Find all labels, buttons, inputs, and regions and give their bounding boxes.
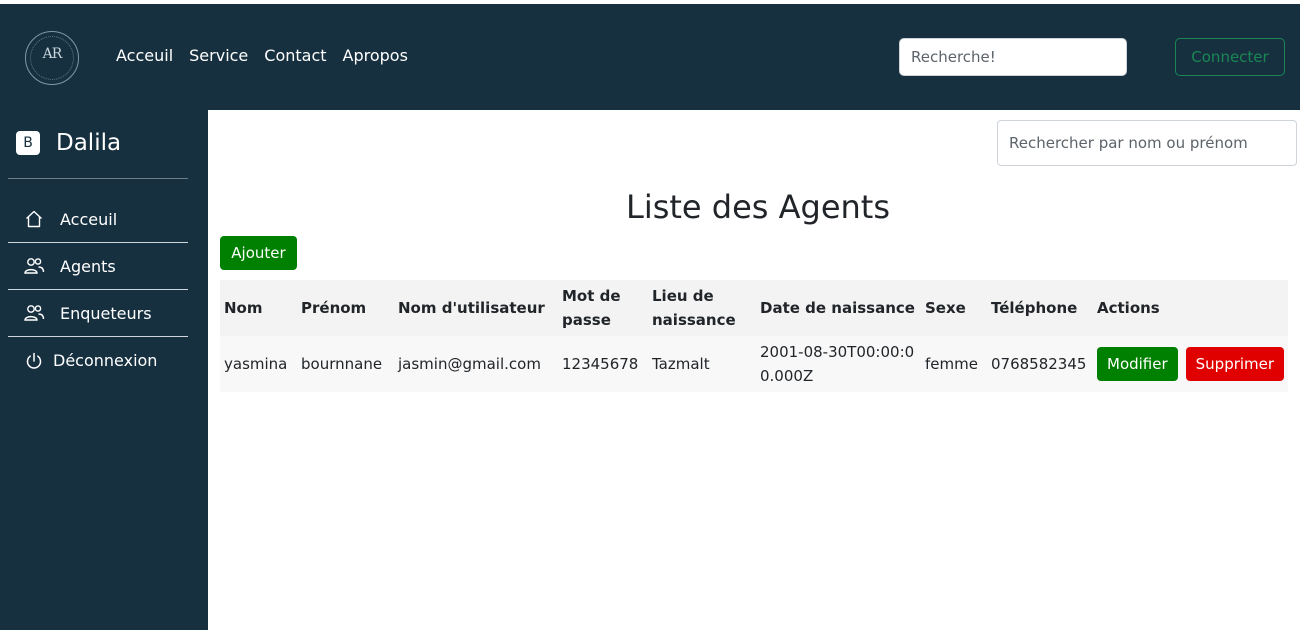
home-icon: [23, 208, 45, 230]
brand-name: Dalila: [56, 130, 122, 156]
top-navbar: AR Acceuil Service Contact Apropos Conne…: [0, 4, 1300, 110]
column-header-lieu: Lieu de naissance: [648, 280, 756, 336]
search-input[interactable]: [899, 38, 1127, 76]
delete-button[interactable]: Supprimer: [1185, 347, 1285, 381]
logo-text: AR: [42, 46, 63, 62]
table-row: yasmina bournnane jasmin@gmail.com 12345…: [220, 336, 1289, 392]
name-search-input[interactable]: [997, 120, 1297, 166]
cell-nom: yasmina: [220, 336, 297, 392]
column-header-password: Mot de passe: [558, 280, 648, 336]
main-content: Liste des Agents Ajouter Nom Prénom Nom …: [208, 110, 1300, 630]
sidebar-item-label: Acceuil: [60, 209, 118, 229]
sidebar-item-agents[interactable]: Agents: [8, 243, 188, 290]
cell-actions: Modifier Supprimer: [1093, 336, 1289, 392]
column-header-telephone: Téléphone: [987, 280, 1093, 336]
sidebar-divider: [8, 178, 188, 179]
add-agent-button[interactable]: Ajouter: [220, 236, 297, 270]
column-header-sexe: Sexe: [921, 280, 987, 336]
column-header-nom: Nom: [220, 280, 297, 336]
cell-prenom: bournnane: [297, 336, 394, 392]
cell-username: jasmin@gmail.com: [394, 336, 558, 392]
cell-password: 12345678: [558, 336, 648, 392]
sidebar-menu: Acceuil Agents Enqueteurs Déconnexion: [8, 196, 188, 384]
page-title: Liste des Agents: [625, 188, 891, 226]
cell-date: 2001-08-30T00:00:00.000Z: [756, 336, 921, 392]
connect-button[interactable]: Connecter: [1175, 38, 1285, 76]
sidebar-item-acceuil[interactable]: Acceuil: [8, 196, 188, 243]
column-header-prenom: Prénom: [297, 280, 394, 336]
main-nav: Acceuil Service Contact Apropos: [108, 44, 416, 68]
edit-button[interactable]: Modifier: [1097, 347, 1178, 381]
sidebar-item-label: Enqueteurs: [60, 303, 152, 323]
nav-link-acceuil[interactable]: Acceuil: [108, 44, 181, 68]
agents-table: Nom Prénom Nom d'utilisateur Mot de pass…: [220, 280, 1289, 392]
column-header-date: Date de naissance: [756, 280, 921, 336]
cell-telephone: 0768582345: [987, 336, 1093, 392]
cell-sexe: femme: [921, 336, 987, 392]
users-icon: [23, 255, 45, 277]
table-header-row: Nom Prénom Nom d'utilisateur Mot de pass…: [220, 280, 1289, 336]
nav-link-apropos[interactable]: Apropos: [335, 44, 416, 68]
sidebar-item-label: Agents: [60, 256, 116, 276]
users-icon: [23, 302, 45, 324]
column-header-actions: Actions: [1093, 280, 1289, 336]
column-header-username: Nom d'utilisateur: [394, 280, 558, 336]
brand-badge: B: [16, 131, 40, 155]
power-icon: [23, 350, 45, 372]
nav-link-contact[interactable]: Contact: [256, 44, 334, 68]
sidebar-item-enqueteurs[interactable]: Enqueteurs: [8, 290, 188, 337]
nav-link-service[interactable]: Service: [181, 44, 256, 68]
logo[interactable]: AR: [25, 31, 79, 85]
sidebar: B Dalila Acceuil Agents Enqueteurs Décon…: [0, 110, 208, 630]
cell-lieu: Tazmalt: [648, 336, 756, 392]
sidebar-brand[interactable]: B Dalila: [16, 130, 121, 156]
sidebar-item-deconnexion[interactable]: Déconnexion: [8, 337, 188, 384]
sidebar-item-label: Déconnexion: [53, 351, 158, 370]
